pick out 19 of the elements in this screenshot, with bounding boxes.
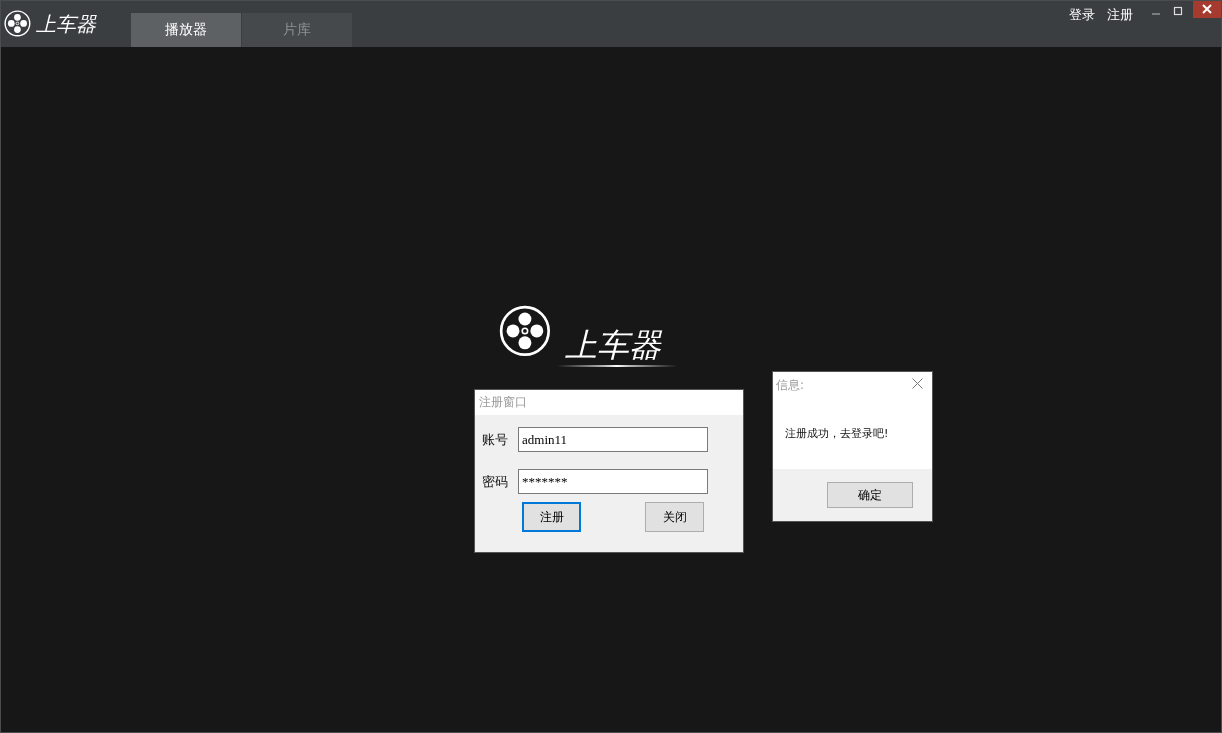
field-label: 账号 — [482, 430, 509, 449]
film-reel-icon — [4, 10, 32, 38]
field-label: 密码 — [482, 472, 509, 491]
film-reel-icon — [499, 305, 553, 359]
input-field[interactable]: ******* — [518, 469, 708, 494]
tab[interactable]: 播放器 — [131, 13, 241, 47]
app-logo-text: 上车器 — [36, 14, 96, 34]
input-field[interactable]: admin11 — [518, 427, 708, 452]
close-icon[interactable] — [1193, 1, 1221, 18]
dialog-button[interactable]: 注册 — [522, 502, 581, 532]
splash-logo-text: 上车器 — [565, 329, 661, 361]
header-link[interactable]: 注册 — [1107, 6, 1133, 24]
message-box-title: 信息: — [776, 377, 805, 394]
close-icon[interactable] — [912, 378, 923, 389]
header-link[interactable]: 登录 — [1069, 6, 1095, 24]
message-text: 注册成功，去登录吧! — [785, 426, 889, 441]
ok-button[interactable]: 确定 — [827, 482, 913, 508]
dialog-title: 注册窗口 — [479, 394, 527, 411]
dialog-button[interactable]: 关闭 — [645, 502, 704, 532]
